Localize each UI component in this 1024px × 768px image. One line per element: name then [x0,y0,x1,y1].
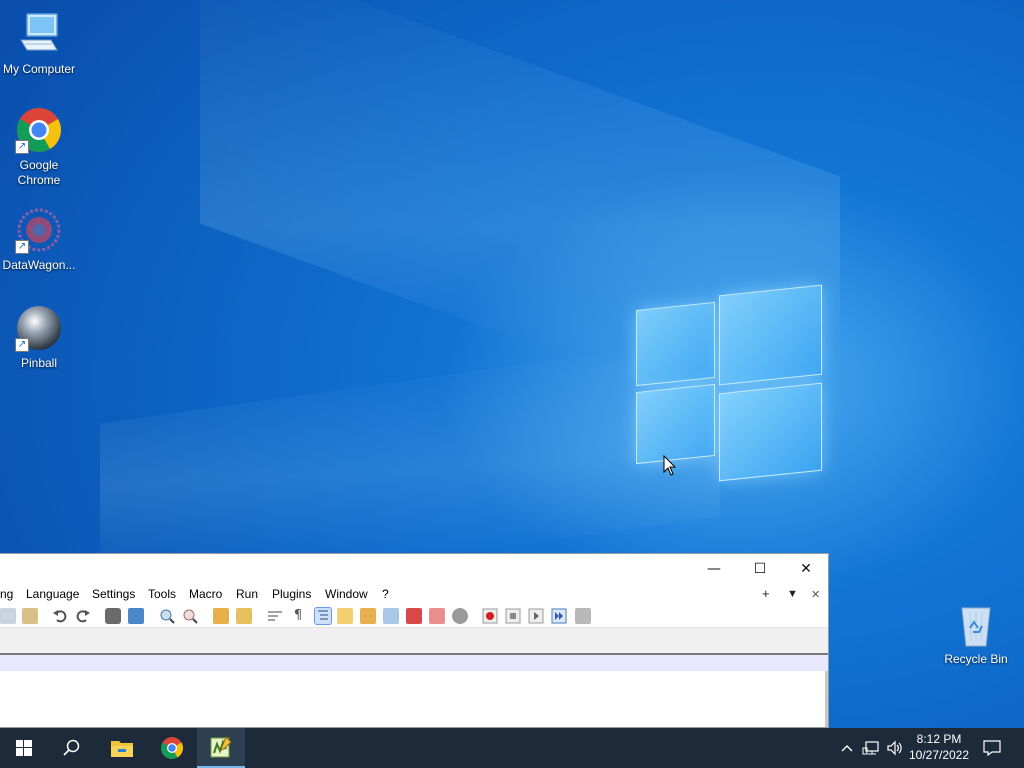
notification-icon [983,740,1001,756]
menu-plugins[interactable]: Plugins [272,587,311,601]
desktop-icon-label: My Computer [2,62,76,76]
document-map-icon[interactable] [360,608,376,624]
chrome-taskbar-button[interactable] [148,728,196,768]
toolbar: ¶ [0,604,828,628]
clock-time: 8:12 PM [916,732,962,746]
menu-encoding[interactable]: ng [0,587,13,601]
volume-icon[interactable] [884,728,906,768]
search-icon [63,739,80,756]
taskbar: 8:12 PM 10/27/2022 [0,728,1024,768]
recycle-bin-label: Recycle Bin [944,652,1008,666]
record-macro-icon[interactable] [482,608,498,624]
current-line-highlight [0,655,828,671]
tab-bar[interactable] [0,628,828,655]
start-icon [16,740,32,756]
desktop-icon-datawagon[interactable]: ↗ DataWagon... [0,206,78,273]
user-defined-language-icon[interactable] [337,608,353,624]
desktop-icon-label: Google Chrome [17,158,61,187]
tab-list-dropdown-button[interactable]: ▼ [787,588,798,600]
desktop-icon-google-chrome[interactable]: ↗ Google Chrome [0,106,78,188]
zoom-out-icon[interactable] [182,608,198,624]
action-center-button[interactable] [980,728,1004,768]
add-tab-button[interactable]: + [762,586,770,601]
windows-wallpaper-logo [636,284,822,482]
monitoring-icon[interactable] [452,608,468,624]
menu-language[interactable]: Language [26,587,79,601]
document-list-icon[interactable] [383,608,399,624]
chrome-icon [161,737,183,759]
network-icon[interactable] [860,728,882,768]
menu-bar: ng Language Settings Tools Macro Run Plu… [0,584,828,604]
desktop-icon-my-computer[interactable]: My Computer [0,10,78,77]
redo-icon[interactable] [75,608,91,624]
folder-as-workspace-icon[interactable] [429,608,445,624]
desktop-icon-label: DataWagon... [2,258,76,272]
stop-recording-icon[interactable] [505,608,521,624]
save-macro-icon[interactable] [575,608,591,624]
shortcut-arrow-icon: ↗ [15,240,29,254]
shortcut-arrow-icon: ↗ [15,338,29,352]
indent-guide-icon[interactable] [314,607,332,625]
desktop-icon-recycle-bin[interactable]: Recycle Bin [940,600,1012,666]
menu-tools[interactable]: Tools [148,587,176,601]
close-button[interactable]: ✕ [783,554,829,584]
mouse-cursor-icon [663,454,677,481]
function-list-icon[interactable] [406,608,422,624]
computer-icon [15,10,63,58]
pinball-icon: ↗ [15,304,63,352]
chrome-icon: ↗ [15,106,63,154]
desktop-icon-label: Pinball [20,356,58,370]
menu-window[interactable]: Window [325,587,368,601]
paste-icon[interactable] [22,608,38,624]
file-explorer-icon [111,741,133,757]
search-button[interactable] [48,728,96,768]
notepad-plus-plus-window[interactable]: — ☐ ✕ ng Language Settings Tools Macro R… [0,553,829,728]
notepad-plus-plus-icon [210,736,232,758]
zoom-in-icon[interactable] [159,608,175,624]
clock-date: 10/27/2022 [908,748,970,762]
menu-help[interactable]: ? [382,587,389,601]
minimize-button[interactable]: — [691,554,737,584]
notepad-plus-plus-taskbar-button[interactable] [197,728,245,768]
show-hidden-icons-button[interactable] [838,728,856,768]
desktop-icon-pinball[interactable]: ↗ Pinball [0,304,78,371]
replace-icon[interactable] [128,608,144,624]
file-explorer-button[interactable] [98,728,146,768]
maximize-button[interactable]: ☐ [737,554,783,584]
copy-icon[interactable] [0,608,16,624]
word-wrap-icon[interactable] [267,608,283,624]
editor-area[interactable] [0,671,828,727]
sync-vertical-icon[interactable] [213,608,229,624]
chevron-up-icon [841,745,853,752]
find-icon[interactable] [105,608,121,624]
menu-settings[interactable]: Settings [92,587,135,601]
show-all-characters-icon[interactable]: ¶ [290,608,306,624]
title-bar[interactable]: — ☐ ✕ [0,554,828,584]
datawagon-icon: ↗ [15,206,63,254]
playback-icon[interactable] [528,608,544,624]
menu-run[interactable]: Run [236,587,258,601]
close-document-button[interactable]: ✕ [811,588,820,601]
menu-macro[interactable]: Macro [189,587,222,601]
run-macro-multiple-icon[interactable] [551,608,567,624]
undo-icon[interactable] [52,608,68,624]
sync-horizontal-icon[interactable] [236,608,252,624]
start-button[interactable] [0,728,48,768]
shortcut-arrow-icon: ↗ [15,140,29,154]
clock[interactable]: 8:12 PM 10/27/2022 [904,731,974,763]
recycle-bin-icon [952,600,1000,648]
